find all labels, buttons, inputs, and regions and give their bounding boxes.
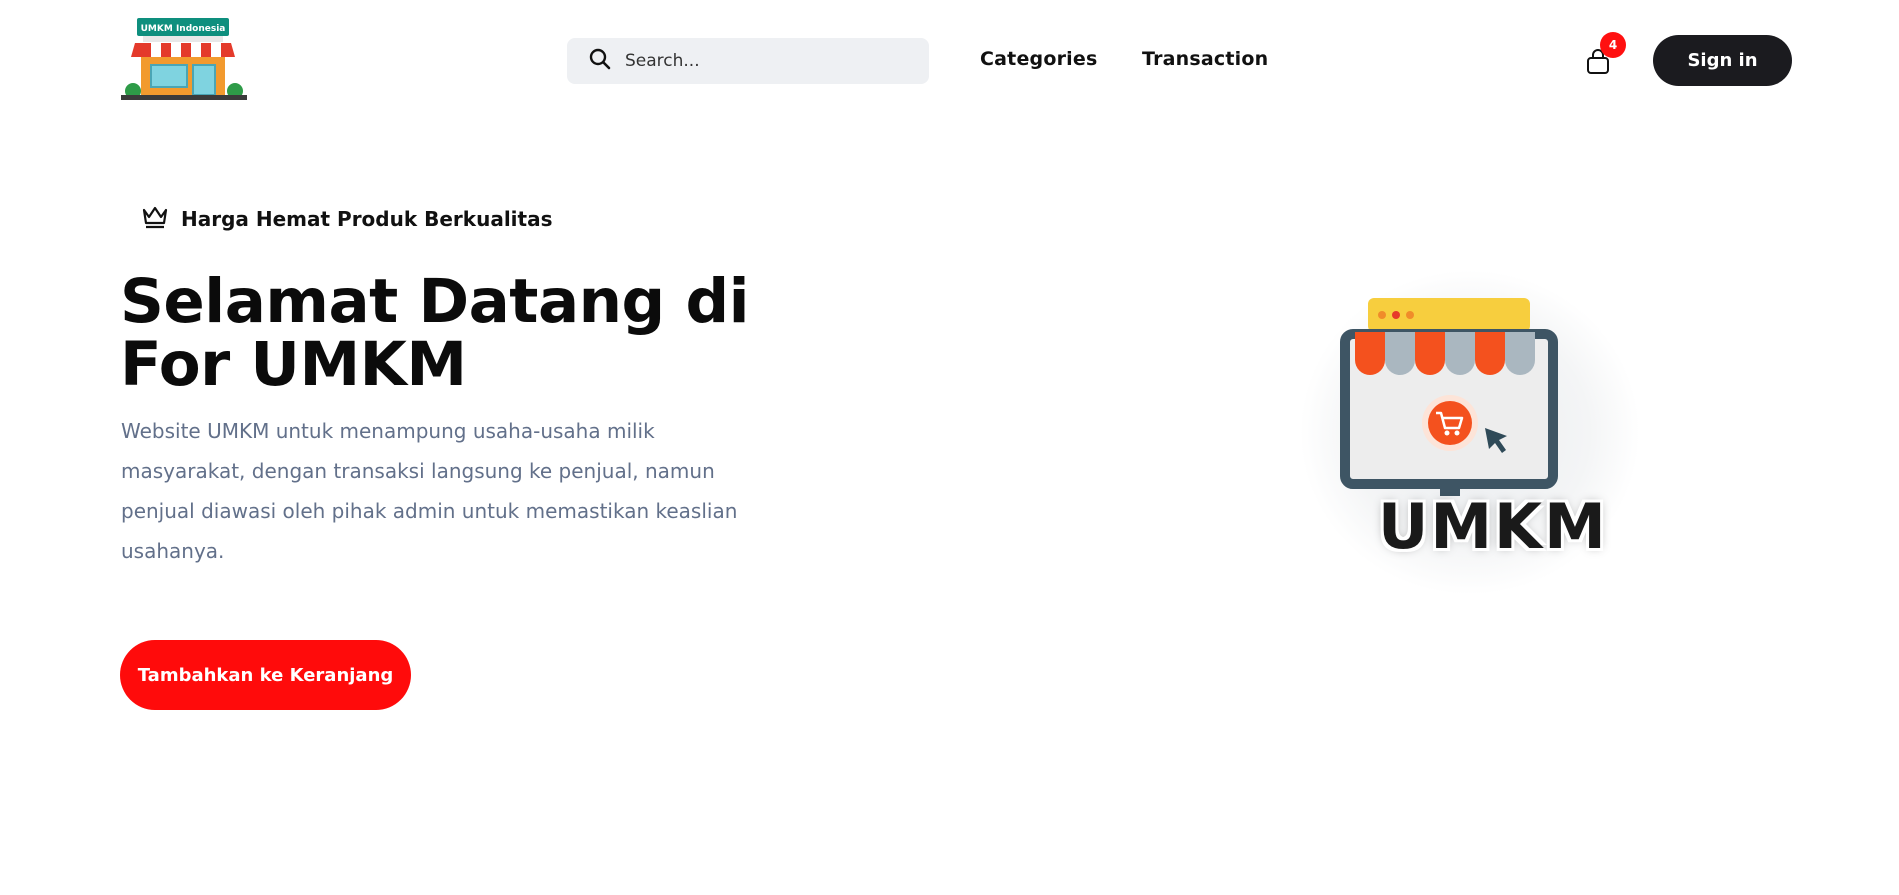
nav-categories-link[interactable]: Categories xyxy=(980,48,1097,70)
cart-count-badge: 4 xyxy=(1600,32,1626,58)
sign-in-button[interactable]: Sign in xyxy=(1653,35,1792,86)
hero-description: Website UMKM untuk menampung usaha-usaha… xyxy=(121,419,738,563)
search-icon xyxy=(589,48,611,74)
logo-sign-text: UMKM Indonesia xyxy=(141,24,226,34)
hero-title: Selamat Datang di For UMKM xyxy=(120,270,820,396)
tagline: Harga Hemat Produk Berkualitas xyxy=(141,204,553,234)
illustration-word: UMKM xyxy=(1378,490,1608,563)
hero-title-line-2: For UMKM xyxy=(120,329,467,400)
store-logo-icon[interactable]: UMKM Indonesia xyxy=(121,17,247,103)
search-bar[interactable] xyxy=(567,38,929,84)
search-input[interactable] xyxy=(625,51,905,71)
tagline-text: Harga Hemat Produk Berkualitas xyxy=(181,207,553,231)
nav-transaction-link[interactable]: Transaction xyxy=(1142,48,1268,70)
add-to-cart-button[interactable]: Tambahkan ke Keranjang xyxy=(120,640,411,710)
hero-title-line-1: Selamat Datang di xyxy=(120,266,750,337)
crown-icon xyxy=(141,204,169,234)
